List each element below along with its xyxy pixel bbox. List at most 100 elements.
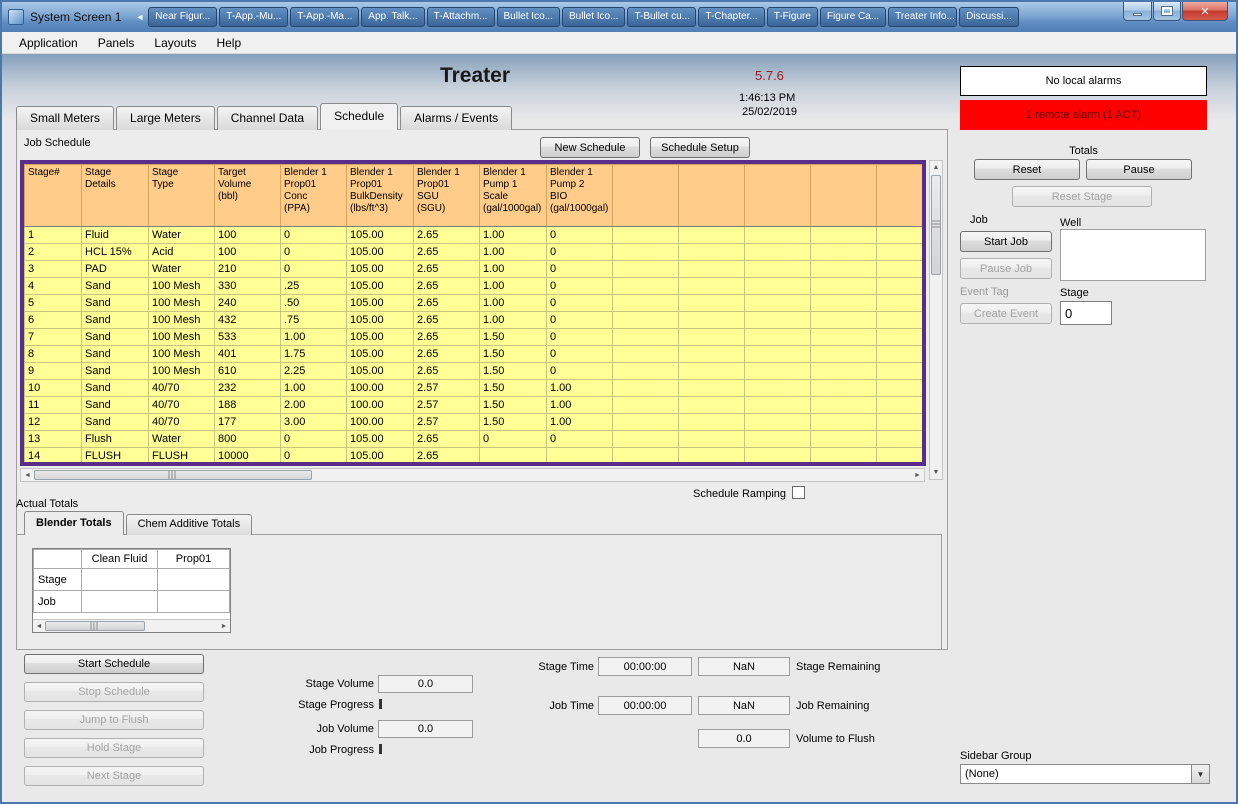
schedule-cell[interactable]: 1.00: [281, 380, 347, 397]
scroll-down-icon[interactable]: ▼: [930, 466, 942, 479]
schedule-cell[interactable]: Water: [149, 431, 215, 448]
schedule-cell[interactable]: [679, 261, 745, 278]
schedule-cell[interactable]: [613, 261, 679, 278]
schedule-cell[interactable]: 100: [215, 244, 281, 261]
schedule-cell[interactable]: [613, 346, 679, 363]
schedule-cell[interactable]: [745, 346, 811, 363]
stage-input[interactable]: 0: [1060, 301, 1112, 325]
schedule-cell[interactable]: [745, 329, 811, 346]
schedule-cell[interactable]: 0: [281, 227, 347, 244]
scroll-right-icon[interactable]: ►: [218, 620, 230, 632]
schedule-cell[interactable]: [745, 227, 811, 244]
schedule-cell[interactable]: 401: [215, 346, 281, 363]
schedule-cell[interactable]: 2: [25, 244, 82, 261]
scroll-left-icon[interactable]: ◄: [33, 620, 45, 632]
schedule-cell[interactable]: 105.00: [347, 329, 414, 346]
schedule-cell[interactable]: [745, 380, 811, 397]
schedule-cell[interactable]: [679, 431, 745, 448]
schedule-cell[interactable]: 1: [25, 227, 82, 244]
schedule-cell[interactable]: 0: [281, 261, 347, 278]
schedule-cell[interactable]: [613, 295, 679, 312]
reset-button[interactable]: Reset: [974, 159, 1080, 180]
tab-small-meters[interactable]: Small Meters: [16, 106, 114, 130]
schedule-cell[interactable]: 2.57: [414, 414, 480, 431]
schedule-vertical-scrollbar[interactable]: ▲ ▼: [929, 160, 943, 480]
schedule-cell[interactable]: 210: [215, 261, 281, 278]
schedule-cell[interactable]: [745, 363, 811, 380]
schedule-cell[interactable]: 188: [215, 397, 281, 414]
schedule-cell[interactable]: 0: [281, 448, 347, 465]
schedule-cell[interactable]: 1.50: [480, 397, 547, 414]
schedule-cell[interactable]: [679, 414, 745, 431]
schedule-cell[interactable]: 0: [281, 431, 347, 448]
schedule-cell[interactable]: [480, 448, 547, 465]
schedule-cell[interactable]: 0: [547, 244, 613, 261]
schedule-cell[interactable]: [877, 448, 923, 465]
schedule-cell[interactable]: Fluid: [82, 227, 149, 244]
schedule-cell[interactable]: 1.75: [281, 346, 347, 363]
schedule-cell[interactable]: Sand: [82, 295, 149, 312]
schedule-cell[interactable]: [811, 363, 877, 380]
schedule-cell[interactable]: [745, 261, 811, 278]
title-tab[interactable]: T-Figure: [767, 7, 818, 27]
schedule-cell[interactable]: [877, 380, 923, 397]
schedule-cell[interactable]: [877, 261, 923, 278]
schedule-cell[interactable]: 105.00: [347, 227, 414, 244]
schedule-setup-button[interactable]: Schedule Setup: [650, 137, 750, 158]
scroll-right-icon[interactable]: ►: [911, 469, 924, 481]
title-tab[interactable]: Bullet Ico...: [497, 7, 560, 27]
title-tab[interactable]: Bullet Ico...: [562, 7, 625, 27]
schedule-cell[interactable]: [745, 397, 811, 414]
schedule-cell[interactable]: [745, 448, 811, 465]
schedule-cell[interactable]: [877, 329, 923, 346]
schedule-cell[interactable]: [613, 414, 679, 431]
title-tab[interactable]: T-Attachm...: [427, 7, 495, 27]
schedule-cell[interactable]: [613, 244, 679, 261]
schedule-cell[interactable]: 2.65: [414, 244, 480, 261]
schedule-cell[interactable]: [613, 448, 679, 465]
schedule-cell[interactable]: Sand: [82, 312, 149, 329]
schedule-cell[interactable]: [613, 278, 679, 295]
schedule-cell[interactable]: Water: [149, 261, 215, 278]
schedule-cell[interactable]: [811, 329, 877, 346]
tab-chem-additive-totals[interactable]: Chem Additive Totals: [126, 514, 253, 535]
menu-application[interactable]: Application: [10, 34, 87, 52]
menu-help[interactable]: Help: [207, 34, 250, 52]
schedule-cell[interactable]: 13: [25, 431, 82, 448]
schedule-cell[interactable]: 12: [25, 414, 82, 431]
schedule-cell[interactable]: [679, 363, 745, 380]
schedule-cell[interactable]: [679, 448, 745, 465]
schedule-cell[interactable]: 1.00: [480, 261, 547, 278]
schedule-cell[interactable]: .50: [281, 295, 347, 312]
chevron-left-icon[interactable]: ◄: [135, 12, 144, 22]
schedule-cell[interactable]: PAD: [82, 261, 149, 278]
schedule-cell[interactable]: 3: [25, 261, 82, 278]
schedule-cell[interactable]: 533: [215, 329, 281, 346]
schedule-cell[interactable]: 2.65: [414, 431, 480, 448]
schedule-cell[interactable]: [811, 380, 877, 397]
schedule-cell[interactable]: [745, 295, 811, 312]
schedule-cell[interactable]: [877, 346, 923, 363]
schedule-cell[interactable]: 0: [547, 329, 613, 346]
schedule-cell[interactable]: 100 Mesh: [149, 363, 215, 380]
schedule-cell[interactable]: 2.65: [414, 329, 480, 346]
schedule-cell[interactable]: [679, 278, 745, 295]
schedule-cell[interactable]: 100 Mesh: [149, 329, 215, 346]
schedule-cell[interactable]: 10000: [215, 448, 281, 465]
schedule-cell[interactable]: 1.50: [480, 380, 547, 397]
schedule-cell[interactable]: 2.65: [414, 312, 480, 329]
schedule-cell[interactable]: 105.00: [347, 295, 414, 312]
schedule-cell[interactable]: [811, 448, 877, 465]
schedule-cell[interactable]: [877, 414, 923, 431]
schedule-cell[interactable]: 100.00: [347, 380, 414, 397]
tab-blender-totals[interactable]: Blender Totals: [24, 511, 124, 535]
schedule-cell[interactable]: [679, 312, 745, 329]
minimize-button[interactable]: [1123, 2, 1152, 21]
schedule-cell[interactable]: 1.50: [480, 346, 547, 363]
well-input[interactable]: [1060, 229, 1206, 281]
schedule-cell[interactable]: Sand: [82, 346, 149, 363]
schedule-cell[interactable]: 232: [215, 380, 281, 397]
schedule-cell[interactable]: 105.00: [347, 244, 414, 261]
schedule-cell[interactable]: 100.00: [347, 414, 414, 431]
schedule-cell[interactable]: [613, 363, 679, 380]
